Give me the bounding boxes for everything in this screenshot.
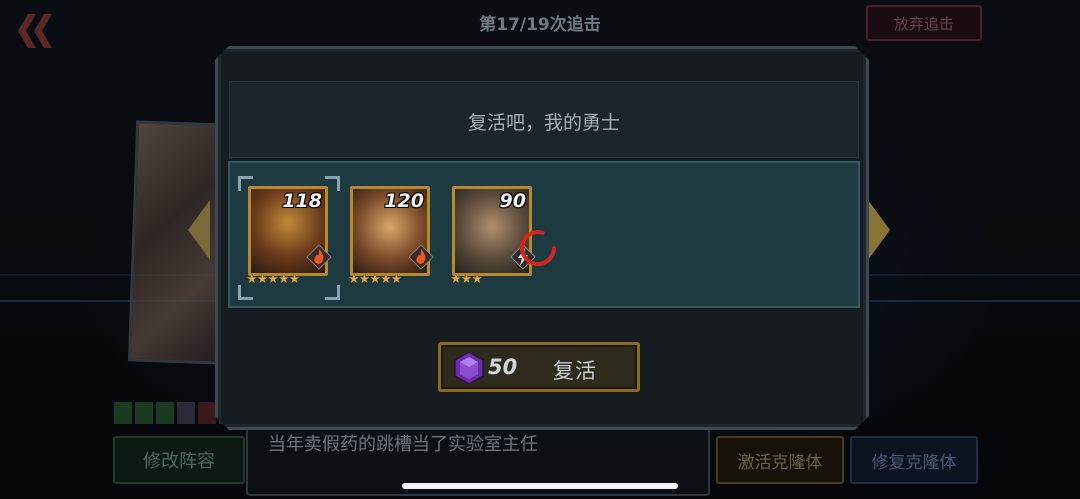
edit-team-button[interactable]: 修改阵容 [113, 436, 245, 484]
hero-stars: ★★★★★ [246, 272, 300, 287]
repair-clone-button[interactable]: 修复克隆体 [850, 436, 978, 484]
dialog-title: 复活吧，我的勇士 [467, 112, 620, 134]
selection-corner [325, 176, 340, 191]
next-arrow-icon[interactable] [866, 200, 892, 260]
home-indicator[interactable] [402, 483, 678, 489]
hero-level: 118 [282, 190, 322, 212]
hero-card-2[interactable]: 120 ★★★★★ [350, 186, 430, 296]
fire-icon [408, 244, 434, 270]
fire-icon [306, 244, 332, 270]
hero-level: 90 [499, 190, 526, 212]
hero-card-1[interactable]: 118 ★★★★★ [248, 186, 328, 296]
hero-stars: ★★★★★ [348, 272, 402, 287]
loading-spinner-icon [520, 230, 556, 266]
background-hero-card [127, 120, 231, 365]
activate-clone-button[interactable]: 激活克隆体 [716, 436, 844, 484]
revive-label: 复活 [553, 359, 597, 383]
dialog-header: 复活吧，我的勇士 [229, 81, 859, 158]
revive-button[interactable]: 50 复活 [438, 342, 640, 392]
story-text: 当年卖假药的跳槽当了实验室主任 [268, 434, 538, 455]
hero-stars: ★★★ [450, 272, 482, 287]
abandon-pursuit-button[interactable]: 放弃追击 [866, 5, 982, 41]
revive-cost: 50 [488, 355, 518, 379]
selection-corner [238, 285, 253, 300]
purple-gem-icon [454, 351, 484, 385]
selection-corner [238, 176, 253, 191]
hero-level: 120 [384, 190, 424, 212]
selection-corner [325, 285, 340, 300]
prev-arrow-icon[interactable] [186, 200, 212, 260]
